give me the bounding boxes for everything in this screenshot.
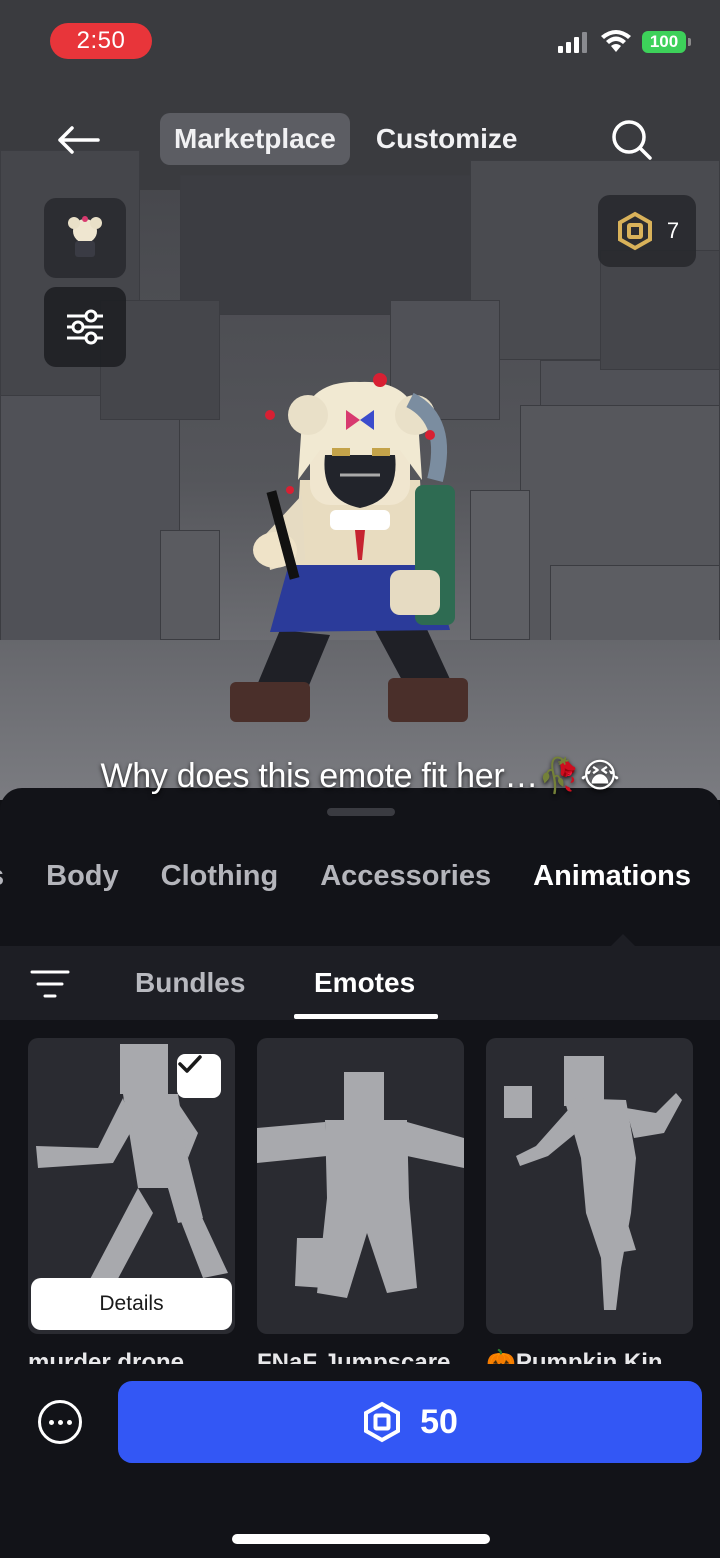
active-category-indicator (611, 934, 635, 946)
selected-checkbox[interactable] (177, 1054, 221, 1098)
tab-customize[interactable]: Customize (362, 113, 532, 165)
mode-tabs: Marketplace Customize (160, 113, 531, 165)
battery-indicator: 100 (642, 31, 691, 53)
sheet-drag-handle[interactable] (327, 808, 395, 816)
tab-body[interactable]: Body (46, 860, 119, 893)
adjust-button[interactable] (44, 287, 126, 367)
video-caption: Why does this emote fit her…🥀😭 (100, 757, 620, 795)
item-card[interactable]: Details (28, 1038, 235, 1334)
details-button[interactable]: Details (31, 1278, 232, 1330)
search-button[interactable] (604, 112, 660, 168)
avatar-thumbnail-button[interactable] (44, 198, 126, 278)
robux-balance-value: 7 (666, 218, 680, 243)
wifi-icon (601, 30, 631, 52)
emote-pose-thumbnail (504, 1056, 682, 1310)
cellular-signal-icon (558, 32, 587, 53)
catalog-sheet: s Body Clothing Accessories Animations B… (0, 788, 720, 1558)
emote-pose-thumbnail (257, 1072, 464, 1298)
item-name[interactable]: FNaF Jumpscare (257, 1348, 464, 1364)
robux-icon (364, 1401, 401, 1443)
item-card[interactable] (257, 1038, 464, 1334)
item-grid: Details (28, 1038, 693, 1334)
filter-button[interactable] (28, 964, 72, 1004)
back-button[interactable] (50, 112, 106, 168)
sliders-icon (67, 309, 103, 345)
item-card[interactable] (486, 1038, 693, 1334)
tab-emotes[interactable]: Emotes (314, 946, 415, 1020)
active-subtab-underline (294, 1014, 438, 1019)
category-tabs: s Body Clothing Accessories Animations (0, 860, 691, 893)
robux-icon (617, 211, 652, 251)
status-time: 2:50 (50, 23, 152, 59)
tab-animations[interactable]: Animations (533, 860, 691, 893)
home-indicator[interactable] (232, 1534, 490, 1544)
item-names: murder drone FNaF Jumpscare 🎃Pumpkin Kin (28, 1348, 698, 1364)
tab-category-partial[interactable]: s (0, 860, 4, 893)
more-icon (48, 1419, 72, 1425)
buy-price: 50 (420, 1402, 458, 1441)
buy-button[interactable]: 50 (118, 1381, 702, 1463)
search-icon (612, 120, 652, 160)
back-arrow-icon (58, 126, 100, 154)
more-options-button[interactable] (38, 1400, 82, 1444)
subcategory-bar: Bundles Emotes (0, 946, 720, 1020)
filter-icon (30, 970, 70, 998)
robux-balance[interactable]: 7 (598, 195, 696, 267)
tab-marketplace[interactable]: Marketplace (160, 113, 350, 165)
item-name[interactable]: murder drone (28, 1348, 235, 1364)
avatar-thumbnail (68, 216, 102, 257)
purchase-bar: 50 (0, 1366, 720, 1558)
item-name[interactable]: 🎃Pumpkin Kin (486, 1348, 693, 1364)
tab-clothing[interactable]: Clothing (161, 860, 279, 893)
status-indicators: 100 (558, 30, 691, 54)
tab-accessories[interactable]: Accessories (320, 860, 491, 893)
tab-bundles[interactable]: Bundles (135, 946, 245, 1020)
avatar-character (230, 373, 468, 722)
check-icon (178, 1055, 202, 1073)
